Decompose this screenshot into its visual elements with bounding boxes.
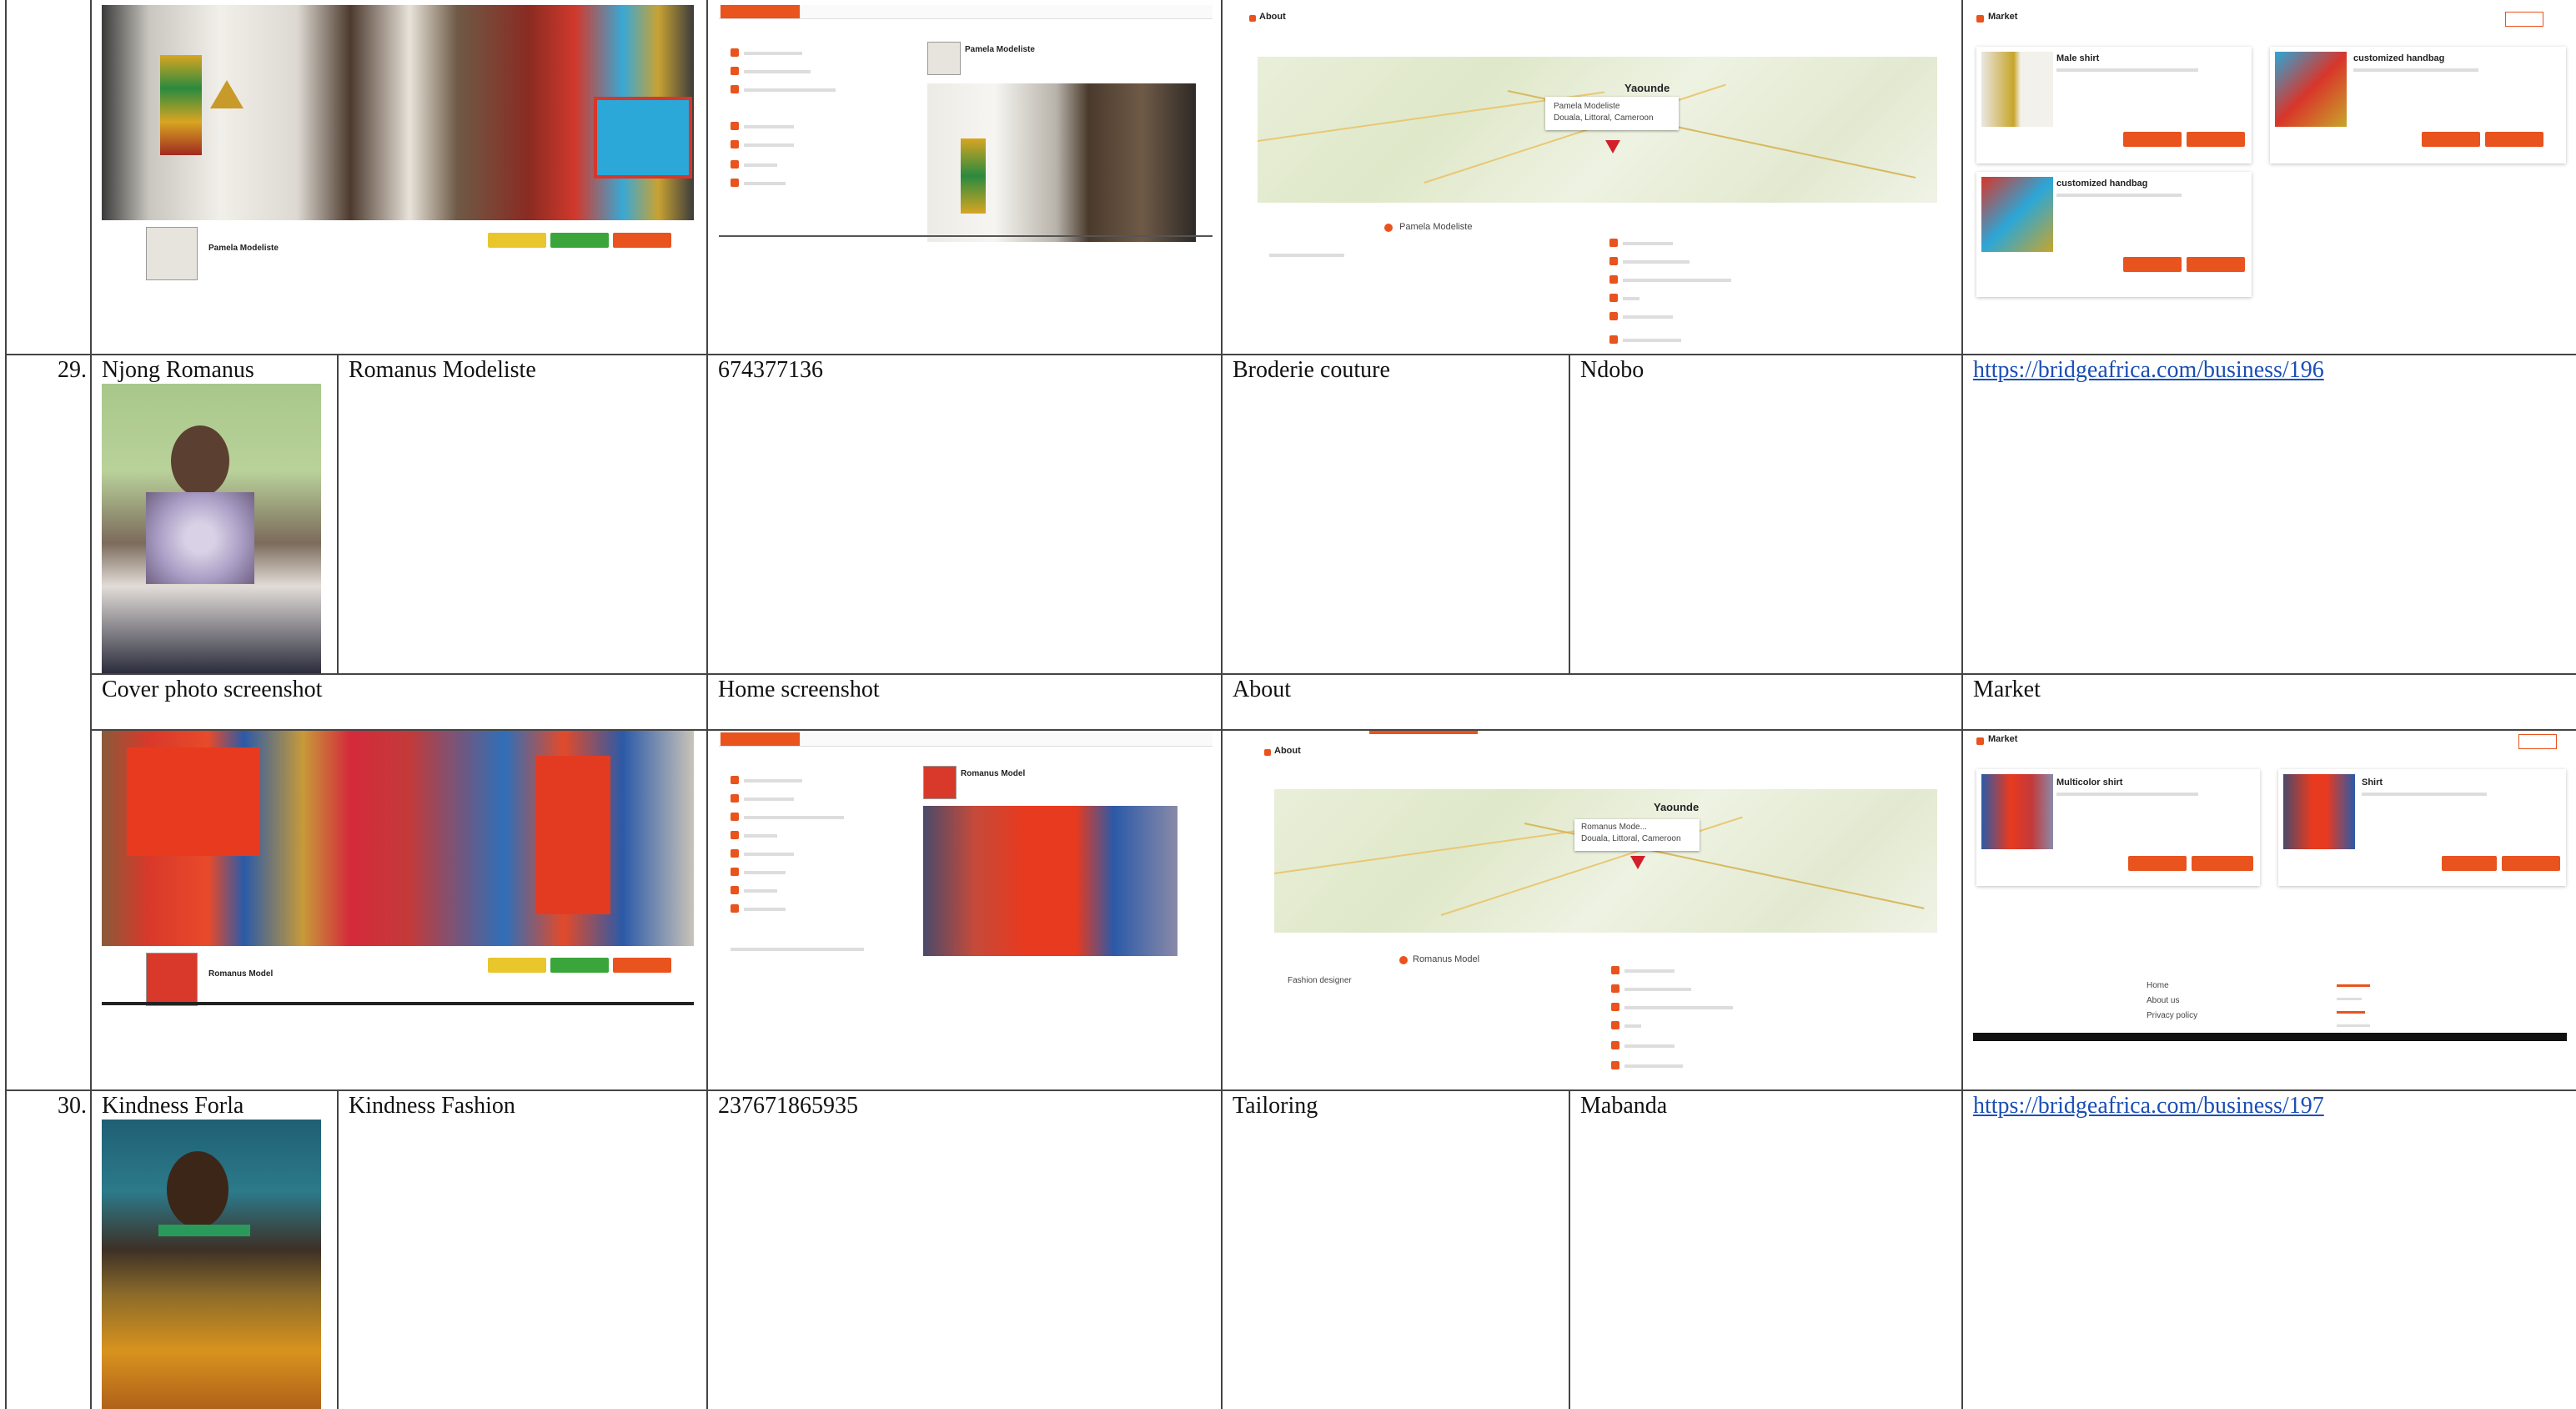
table-border-col3 (706, 0, 708, 1409)
cover-btn-yellow[interactable] (488, 233, 546, 248)
map-popup-line2: Douala, Littoral, Cameroon (1554, 113, 1654, 123)
home-tab-active[interactable] (721, 5, 800, 18)
add-cart-1[interactable] (2187, 132, 2245, 147)
product-name-3: customized handbag (2056, 179, 2148, 189)
business-name: Kindness Fashion (349, 1093, 515, 1119)
map-pin (1630, 856, 1645, 869)
about-map: Yaounde Pamela Modeliste Douala, Littora… (1257, 57, 1937, 203)
add-cart-2[interactable] (2485, 132, 2543, 147)
footer-bar (1973, 1033, 2567, 1041)
cover-btn-green[interactable] (550, 958, 609, 973)
cover-btn-orange[interactable] (613, 233, 671, 248)
table-border-col5 (1569, 355, 1570, 674)
about-screenshot-bottom: About Yaounde Romanus Mode... Douala, Li… (1244, 731, 1961, 1081)
buy-now-1[interactable] (2128, 856, 2187, 871)
table-border-col5b (1569, 1090, 1570, 1409)
phone-number: 674377136 (718, 357, 823, 383)
owner-name: Njong Romanus (102, 357, 254, 383)
cover-profile-name: Pamela Modeliste (208, 244, 279, 253)
add-cart-1[interactable] (2192, 856, 2253, 871)
buy-now-2[interactable] (2422, 132, 2480, 147)
product-name-2: customized handbag (2353, 53, 2445, 63)
about-screenshot-top: About Yaounde Pamela Modeliste Douala, L… (1244, 5, 1961, 354)
cover-btn-orange[interactable] (613, 958, 671, 973)
category: Tailoring (1233, 1093, 1318, 1119)
table-border-col2b (337, 1090, 339, 1409)
phone-number: 237671865935 (718, 1093, 858, 1119)
buy-now-2[interactable] (2442, 856, 2497, 871)
map-city: Yaounde (1654, 801, 1700, 813)
row-divider-2 (90, 673, 2576, 675)
table-border-left (5, 0, 7, 1409)
market-title: Market (1988, 734, 2018, 744)
cover-header: Cover photo screenshot (102, 677, 323, 702)
home-screenshot-top: Pamela Modeliste (719, 5, 1213, 243)
footer-link-privacy[interactable]: Privacy policy (2147, 1011, 2197, 1020)
about-title: About (1274, 746, 1301, 756)
map-popup-line2: Douala, Littoral, Cameroon (1581, 834, 1681, 843)
owner-name: Kindness Forla (102, 1093, 244, 1119)
buy-now-1[interactable] (2123, 132, 2182, 147)
category: Broderie couture (1233, 357, 1390, 383)
map-city: Yaounde (1624, 82, 1670, 94)
about-title: About (1259, 12, 1286, 22)
cover-btn-green[interactable] (550, 233, 609, 248)
market-screenshot-bottom: Market Multicolor shirt Shirt Home About… (1973, 731, 2569, 1048)
map-popup-line1: Pamela Modeliste (1554, 102, 1620, 111)
about-header: About (1233, 677, 1291, 702)
add-cart-3[interactable] (2187, 257, 2245, 272)
market-screenshot-top: Market Male shirt customized handbag cus… (1973, 5, 2569, 301)
footer-link-home[interactable]: Home (2147, 981, 2169, 990)
table-border-col1 (90, 0, 92, 1409)
map-pin (1605, 140, 1620, 153)
location: Ndobo (1580, 357, 1645, 383)
table-border-col6 (1961, 0, 1963, 1409)
buy-now-3[interactable] (2123, 257, 2182, 272)
about-description: Fashion designer (1288, 976, 1352, 985)
row-number: 30. (58, 1093, 87, 1119)
market-header: Market (1973, 677, 2041, 702)
business-name: Romanus Modeliste (349, 357, 536, 383)
cover-btn-yellow[interactable] (488, 958, 546, 973)
about-profile-name: Pamela Modeliste (1399, 222, 1473, 232)
home-photo (923, 806, 1178, 956)
row-divider-1 (5, 354, 2576, 355)
home-tab-active[interactable] (721, 732, 800, 746)
product-name-1: Multicolor shirt (2056, 777, 2123, 788)
map-popup-line1: Romanus Mode... (1581, 823, 1647, 832)
about-map: Yaounde Romanus Mode... Douala, Littoral… (1273, 789, 1937, 933)
row-divider-4 (5, 1089, 2576, 1091)
business-link[interactable]: https://bridgeafrica.com/business/196 (1973, 357, 2324, 384)
about-profile-name: Romanus Model (1413, 954, 1480, 964)
table-border-col4 (1221, 0, 1223, 1409)
footer-link-about[interactable]: About us (2147, 996, 2179, 1005)
location: Mabanda (1580, 1093, 1668, 1119)
home-header: Home screenshot (718, 677, 880, 702)
add-cart-2[interactable] (2502, 856, 2560, 871)
home-profile-name: Pamela Modeliste (965, 45, 1035, 54)
cover-screenshot-top: Pamela Modeliste (102, 5, 694, 280)
cover-screenshot-bottom: Romanus Model (102, 731, 694, 1006)
table-border-col2 (337, 355, 339, 674)
business-link[interactable]: https://bridgeafrica.com/business/197 (1973, 1093, 2324, 1120)
market-title: Market (1988, 12, 2018, 22)
home-screenshot-bottom: Romanus Model (719, 732, 1213, 962)
product-name-1: Male shirt (2056, 53, 2100, 63)
row-number: 29. (58, 357, 87, 383)
home-profile-name: Romanus Model (961, 769, 1026, 778)
product-name-2: Shirt (2362, 777, 2383, 788)
cover-profile-name: Romanus Model (208, 969, 274, 979)
